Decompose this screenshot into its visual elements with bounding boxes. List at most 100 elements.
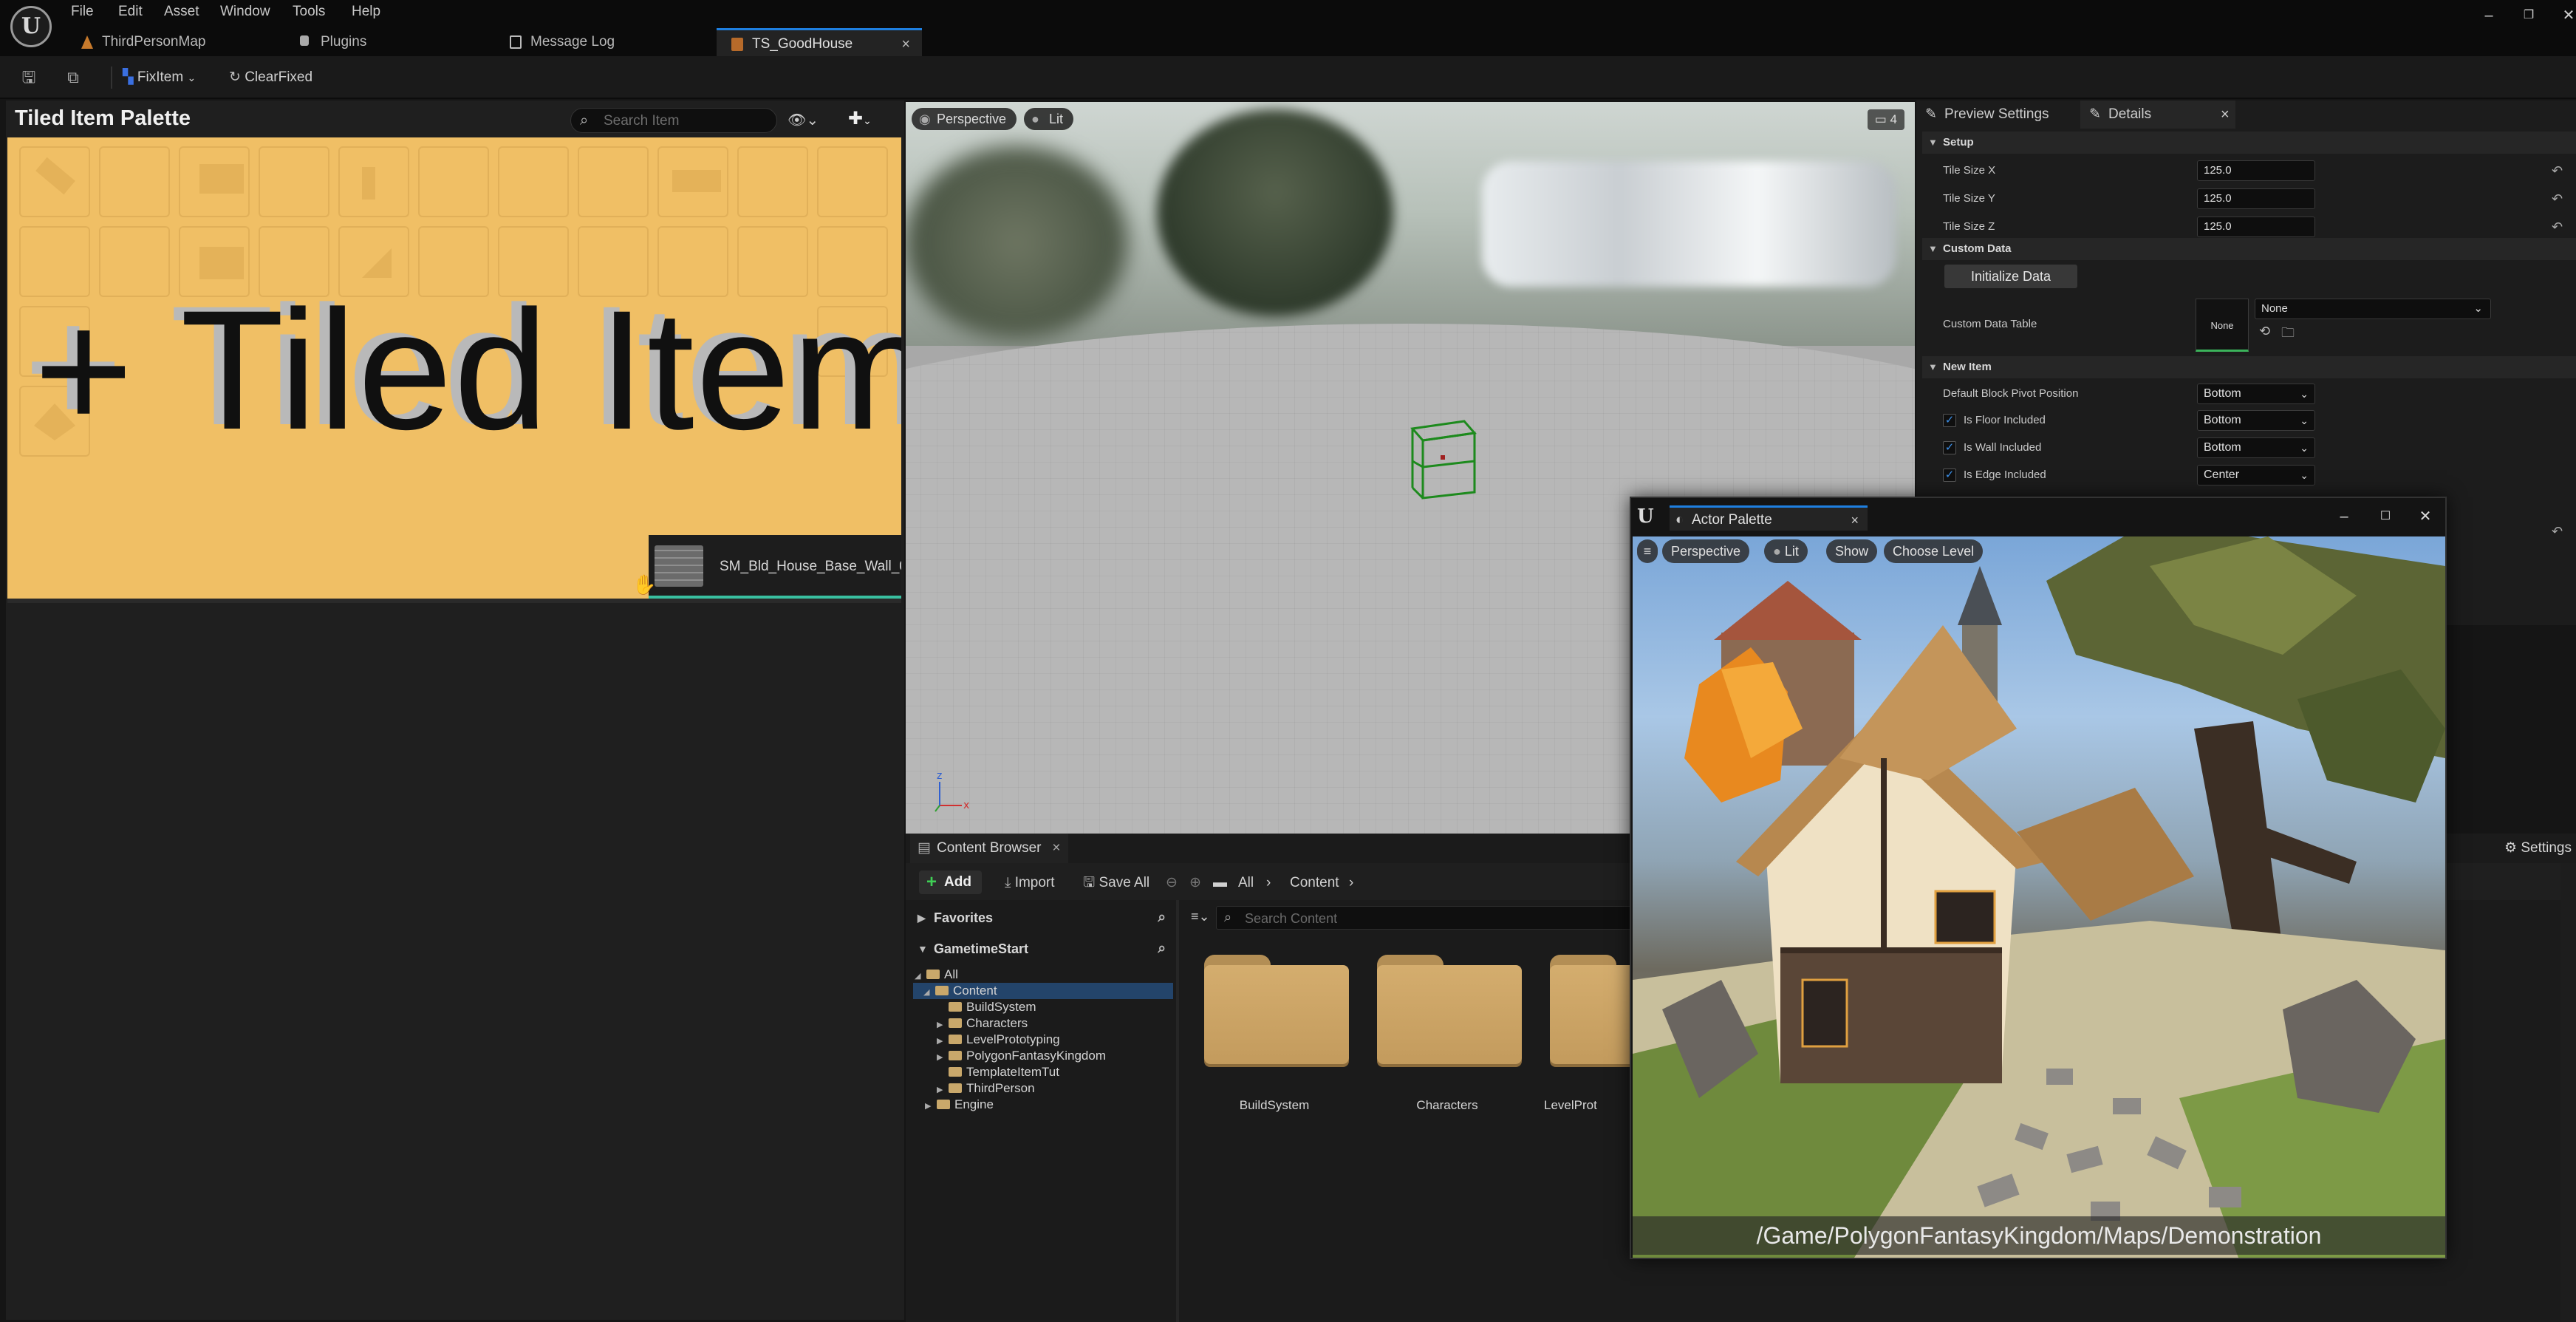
initialize-data-button[interactable]: Initialize Data xyxy=(1944,265,2077,288)
tab-label: Actor Palette xyxy=(1692,512,1772,528)
minimize-icon[interactable]: – xyxy=(2326,505,2363,528)
reset-icon[interactable]: ↶ xyxy=(2552,160,2563,182)
unreal-logo-icon[interactable]: U xyxy=(10,6,52,47)
viewport-menu-icon[interactable]: ≡ xyxy=(1637,539,1658,563)
ap-show-button[interactable]: Show xyxy=(1826,539,1878,563)
browse-icon[interactable]: ⧉ xyxy=(64,68,83,87)
tree-item-buildsystem[interactable]: BuildSystem xyxy=(937,999,1036,1015)
tree-item-content[interactable]: ◢ Content xyxy=(913,983,1173,999)
breadcrumb-content[interactable]: Content xyxy=(1290,873,1339,893)
section-setup[interactable]: ▼ Setup xyxy=(1922,132,2576,154)
import-button[interactable]: ⤓ Import xyxy=(1005,873,1055,893)
floor-included-checkbox[interactable]: ✓ xyxy=(1943,414,1956,427)
close-icon[interactable]: × xyxy=(2221,100,2230,129)
browse-asset-icon[interactable]: 🗀 xyxy=(2281,324,2295,346)
history-back-icon[interactable]: ⊖ xyxy=(1166,873,1178,893)
reset-icon[interactable]: ↶ xyxy=(2552,216,2563,238)
use-selected-icon[interactable]: ⟲ xyxy=(2259,324,2270,339)
tree-item-templateitemtut[interactable]: TemplateItemTut xyxy=(937,1064,1059,1080)
wall-included-checkbox[interactable]: ✓ xyxy=(1943,441,1956,454)
minimize-icon[interactable]: – xyxy=(2470,4,2507,27)
project-header[interactable]: ▼ GametimeStart ⌕ xyxy=(913,936,1173,962)
ap-lit-button[interactable]: ● Lit xyxy=(1764,539,1808,563)
tree-item-levelprototyping[interactable]: ▶ LevelPrototyping xyxy=(937,1032,1060,1048)
menu-window[interactable]: Window xyxy=(220,1,270,22)
tile-size-z-input[interactable]: 125.0 xyxy=(2197,217,2315,237)
add-item-icon[interactable]: ✚⌄ xyxy=(848,108,872,129)
menu-file[interactable]: File xyxy=(71,1,94,22)
close-icon[interactable]: × xyxy=(1851,508,1859,533)
maximize-icon[interactable]: ☐ xyxy=(2367,505,2404,528)
folder-icon xyxy=(935,986,949,995)
tree-item-polygonfantasykingdom[interactable]: ▶ PolygonFantasyKingdom xyxy=(937,1048,1106,1064)
search-icon[interactable]: ⌕ xyxy=(1158,936,1166,962)
palette-drop-area[interactable]: + Tiled Item SM_Bld_House_Base_Wall_01 xyxy=(7,137,901,599)
edge-pivot-select[interactable]: Center ⌄ xyxy=(2197,465,2315,485)
tree-item-all[interactable]: ◢ All xyxy=(915,967,1175,983)
actor-palette-viewport[interactable]: ≡ Perspective ● Lit Show Choose Level /G… xyxy=(1633,536,2445,1258)
close-window-icon[interactable]: ✕ xyxy=(2550,4,2576,27)
tab-thirdpersonmap[interactable]: ThirdPersonMap xyxy=(66,28,285,56)
reset-icon[interactable]: ↶ xyxy=(2552,520,2563,542)
data-table-thumbnail[interactable]: None xyxy=(2196,299,2249,352)
floor-included-label: Is Floor Included xyxy=(1964,414,2046,426)
wall-pivot-select[interactable]: Bottom ⌄ xyxy=(2197,437,2315,458)
tab-actor-palette[interactable]: ◐ Actor Palette × xyxy=(1670,505,1868,531)
data-table-select[interactable]: None ⌄ xyxy=(2255,299,2491,319)
viewport-lit-button[interactable]: ● Lit xyxy=(1024,108,1074,130)
edge-included-checkbox[interactable]: ✓ xyxy=(1943,469,1956,482)
save-icon[interactable]: 🖫 xyxy=(19,68,38,87)
floor-pivot-select[interactable]: Bottom ⌄ xyxy=(2197,410,2315,431)
axis-gizmo-icon: x z xyxy=(935,770,969,812)
tab-preview-settings[interactable]: ✎ Preview Settings xyxy=(1916,100,2077,129)
section-custom-data[interactable]: ▼ Custom Data xyxy=(1922,238,2576,260)
fixitem-dropdown[interactable]: ▚ FixItem ⌄ xyxy=(123,68,196,87)
preview-tile-box[interactable] xyxy=(1408,415,1479,501)
close-icon[interactable]: × xyxy=(901,30,910,58)
content-scrollbar[interactable] xyxy=(2560,863,2576,1322)
add-button[interactable]: + Add xyxy=(919,870,982,894)
favorites-header[interactable]: ▶ Favorites ⌕ xyxy=(913,904,1173,931)
tab-content-browser[interactable]: ▤ Content Browser × xyxy=(910,834,1068,863)
actor-palette-titlebar[interactable]: U ◐ Actor Palette × – ☐ ✕ xyxy=(1631,498,2445,536)
menu-edit[interactable]: Edit xyxy=(118,1,143,22)
close-window-icon[interactable]: ✕ xyxy=(2407,505,2444,528)
close-icon[interactable]: × xyxy=(1052,834,1060,863)
search-item-input[interactable]: ⌕ Search Item xyxy=(570,108,777,133)
folder-tile-buildsystem[interactable]: BuildSystem xyxy=(1195,955,1353,1117)
pivot-position-select[interactable]: Bottom ⌄ xyxy=(2197,384,2315,404)
tiled-item-drop-label: + Tiled Item xyxy=(34,275,901,465)
breadcrumb-all[interactable]: All xyxy=(1238,873,1254,893)
tile-size-x-input[interactable]: 125.0 xyxy=(2197,160,2315,181)
settings-button[interactable]: ⚙ Settings xyxy=(2504,834,2572,863)
dragged-item-card[interactable]: SM_Bld_House_Base_Wall_01 xyxy=(649,535,901,599)
search-icon[interactable]: ⌕ xyxy=(1158,904,1166,931)
tab-details[interactable]: ✎ Details xyxy=(2080,100,2235,129)
menu-asset[interactable]: Asset xyxy=(164,1,199,22)
tree-item-characters[interactable]: ▶ Characters xyxy=(937,1015,1028,1032)
menu-icon: ◉ xyxy=(919,112,931,126)
restore-icon[interactable]: ❐ xyxy=(2510,4,2547,27)
tab-plugins[interactable]: Plugins xyxy=(285,28,504,56)
viewport-perspective-button[interactable]: ◉ Perspective xyxy=(912,108,1017,130)
folder-tile-characters[interactable]: Characters xyxy=(1368,955,1526,1117)
filter-icon[interactable]: ≡⌄ xyxy=(1191,909,1210,924)
tree-item-engine[interactable]: ▶ Engine xyxy=(925,1097,994,1113)
menu-tools[interactable]: Tools xyxy=(293,1,325,22)
tab-message-log[interactable]: Message Log xyxy=(495,28,717,56)
clearfixed-button[interactable]: ↻ ClearFixed xyxy=(229,68,312,87)
eye-visibility-icon[interactable]: 👁⌄ xyxy=(788,111,819,129)
menu-help[interactable]: Help xyxy=(352,1,380,22)
title-bar: U File Edit Asset Window Tools Help Thir… xyxy=(0,0,2576,56)
history-forward-icon[interactable]: ⊕ xyxy=(1189,873,1201,893)
tab-ts-goodhouse[interactable]: TS_GoodHouse × xyxy=(717,28,922,56)
save-all-button[interactable]: 🖫 Save All xyxy=(1083,873,1149,893)
section-new-item[interactable]: ▼ New Item xyxy=(1922,356,2576,378)
tree-item-thirdperson[interactable]: ▶ ThirdPerson xyxy=(937,1080,1035,1097)
reset-icon[interactable]: ↶ xyxy=(2552,188,2563,210)
camera-speed-button[interactable]: ▭ 4 xyxy=(1867,109,1904,130)
ap-perspective-button[interactable]: Perspective xyxy=(1662,539,1750,563)
panel-splitter[interactable] xyxy=(7,599,901,603)
ap-choose-level-button[interactable]: Choose Level xyxy=(1884,539,1984,563)
tile-size-y-input[interactable]: 125.0 xyxy=(2197,188,2315,209)
